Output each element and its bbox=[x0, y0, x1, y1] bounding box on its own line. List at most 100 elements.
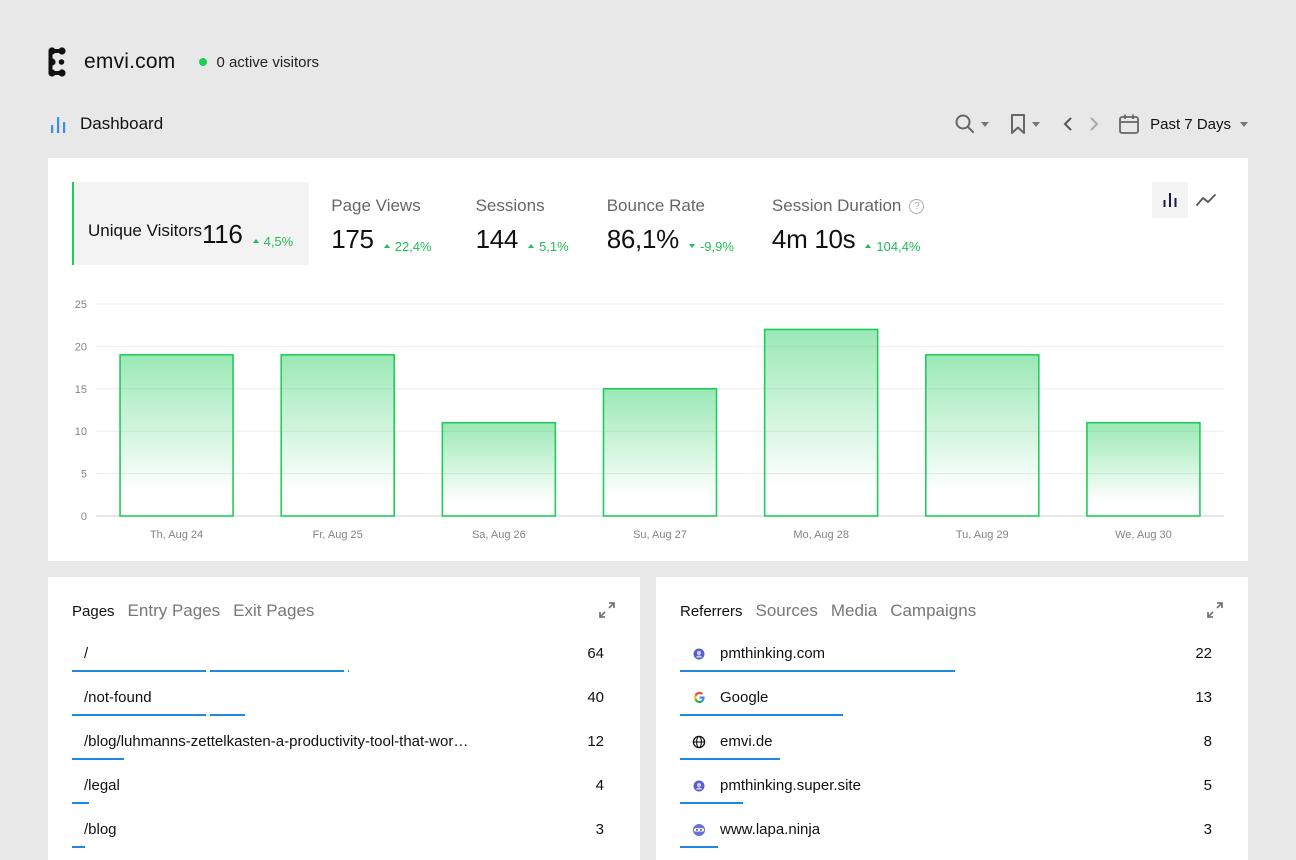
list-item[interactable]: www.lapa.ninja 3 bbox=[680, 815, 1212, 859]
lapa-ninja-favicon bbox=[692, 823, 706, 837]
chevron-down-icon bbox=[981, 121, 990, 127]
tab-campaigns[interactable]: Campaigns bbox=[890, 601, 976, 621]
share-bar bbox=[72, 802, 93, 804]
list-item-count: 40 bbox=[587, 689, 604, 706]
y-tick-label: 5 bbox=[81, 469, 87, 481]
share-bar bbox=[72, 758, 128, 760]
list-item-label: www.lapa.ninja bbox=[720, 821, 821, 838]
chart-bar[interactable] bbox=[602, 388, 718, 517]
x-tick-label: Tu, Aug 29 bbox=[956, 529, 1009, 541]
x-tick-label: Mo, Aug 28 bbox=[793, 529, 849, 541]
page-title: Dashboard bbox=[48, 114, 163, 134]
tab-media[interactable]: Media bbox=[831, 601, 877, 621]
previous-period-button[interactable] bbox=[1062, 115, 1074, 133]
expand-pages-button[interactable] bbox=[598, 601, 616, 624]
date-range-select[interactable]: Past 7 Days bbox=[1118, 113, 1248, 135]
list-item[interactable]: / 64 bbox=[72, 639, 604, 683]
y-tick-label: 20 bbox=[75, 341, 87, 353]
bookmark-button[interactable] bbox=[1009, 113, 1041, 135]
share-bar-segment bbox=[348, 670, 349, 672]
share-bar bbox=[72, 670, 353, 672]
list-item-name: pmthinking.com bbox=[692, 645, 825, 662]
list-item[interactable]: /legal 4 bbox=[72, 771, 604, 815]
pmthinking-favicon bbox=[692, 779, 706, 793]
chart-bar[interactable] bbox=[1086, 421, 1201, 517]
tab-sources[interactable]: Sources bbox=[756, 601, 818, 621]
pages-list: / 64/not-found 40/blog/luhmanns-zettelkast… bbox=[72, 639, 604, 859]
chart-bar[interactable] bbox=[280, 354, 396, 517]
expand-icon bbox=[1207, 602, 1223, 618]
globe-icon bbox=[692, 735, 706, 749]
list-item[interactable]: /not-found 40 bbox=[72, 683, 604, 727]
tab-pages[interactable]: Pages bbox=[72, 601, 115, 621]
x-tick-label: Su, Aug 27 bbox=[633, 529, 687, 541]
list-item[interactable]: /blog/luhmanns-zettelkasten-a-productivi… bbox=[72, 727, 604, 771]
list-item[interactable]: /blog 3 bbox=[72, 815, 604, 859]
chevron-right-icon bbox=[1090, 117, 1099, 131]
chevron-left-icon bbox=[1063, 117, 1072, 131]
search-button[interactable] bbox=[954, 113, 990, 135]
x-tick-label: Sa, Aug 26 bbox=[472, 529, 526, 541]
list-item-count: 13 bbox=[1195, 689, 1212, 706]
y-tick-label: 0 bbox=[81, 511, 87, 523]
list-item[interactable]: pmthinking.super.site 5 bbox=[680, 771, 1212, 815]
page-title-text: Dashboard bbox=[80, 114, 164, 133]
list-item-count: 4 bbox=[595, 777, 604, 794]
pmthinking-favicon bbox=[692, 647, 706, 661]
share-bar-segment bbox=[210, 670, 344, 672]
share-bar bbox=[72, 714, 249, 716]
visitors-chart-card: Unique Visitors 116 4,5% Page Views 175 … bbox=[48, 158, 1248, 561]
share-bar bbox=[680, 758, 784, 760]
expand-icon bbox=[599, 602, 615, 618]
list-item-label: /not-found bbox=[84, 689, 152, 706]
pages-tabs: Pages Entry Pages Exit Pages bbox=[72, 601, 327, 621]
list-item-label: /legal bbox=[84, 777, 120, 794]
dashboard-toolbar: Dashboard Past 7 Days bbox=[48, 110, 1248, 138]
list-item[interactable]: pmthinking.com 22 bbox=[680, 639, 1212, 683]
tab-exit-pages[interactable]: Exit Pages bbox=[233, 601, 314, 621]
date-range-label: Past 7 Days bbox=[1150, 115, 1231, 133]
referrers-list: pmthinking.com 22 Google 13 emvi.de 8 pmthinki… bbox=[680, 639, 1212, 859]
list-item-label: Google bbox=[720, 689, 769, 706]
chart-bar[interactable] bbox=[763, 328, 879, 517]
list-item[interactable]: Google 13 bbox=[680, 683, 1212, 727]
chevron-down-icon bbox=[1240, 121, 1248, 127]
referrers-tabs: Referrers Sources Media Campaigns bbox=[680, 601, 989, 621]
list-item-label: / bbox=[84, 645, 89, 662]
chevron-down-icon bbox=[1032, 121, 1041, 127]
list-item-name: /blog bbox=[84, 821, 117, 838]
share-bar-segment bbox=[210, 714, 245, 716]
chart-bar[interactable] bbox=[441, 421, 557, 517]
list-item-count: 22 bbox=[1195, 645, 1212, 662]
list-item-label: emvi.de bbox=[720, 733, 773, 750]
share-bar-segment bbox=[680, 714, 843, 716]
tab-referrers[interactable]: Referrers bbox=[680, 601, 743, 621]
list-item-name: / bbox=[84, 645, 88, 662]
chart-bar[interactable] bbox=[924, 354, 1040, 517]
x-tick-label: We, Aug 30 bbox=[1115, 529, 1172, 541]
x-tick-label: Fr, Aug 25 bbox=[313, 529, 363, 541]
live-status-dot bbox=[199, 58, 208, 66]
list-item-name: www.lapa.ninja bbox=[692, 821, 820, 838]
list-item-name: /not-found bbox=[84, 689, 152, 706]
share-bar bbox=[680, 846, 722, 848]
list-item-name: emvi.de bbox=[692, 733, 773, 750]
next-period-button[interactable] bbox=[1088, 115, 1100, 133]
chart-bar[interactable] bbox=[119, 354, 234, 517]
expand-referrers-button[interactable] bbox=[1206, 601, 1224, 624]
site-name[interactable]: emvi.com bbox=[84, 50, 175, 74]
calendar-icon bbox=[1119, 114, 1140, 134]
list-item-name: /legal bbox=[84, 777, 120, 794]
tab-entry-pages[interactable]: Entry Pages bbox=[128, 601, 221, 621]
list-item-label: pmthinking.super.site bbox=[720, 777, 861, 794]
list-item-count: 12 bbox=[587, 733, 604, 750]
list-item-count: 8 bbox=[1203, 733, 1212, 750]
y-tick-label: 25 bbox=[75, 299, 87, 311]
x-tick-label: Th, Aug 24 bbox=[150, 529, 203, 541]
share-bar-segment bbox=[72, 714, 206, 716]
list-item[interactable]: emvi.de 8 bbox=[680, 727, 1212, 771]
list-item-name: /blog/luhmanns-zettelkasten-a-productivi… bbox=[84, 733, 468, 750]
share-bar-segment bbox=[72, 758, 124, 760]
share-bar-segment bbox=[680, 670, 956, 672]
share-bar bbox=[680, 714, 847, 716]
